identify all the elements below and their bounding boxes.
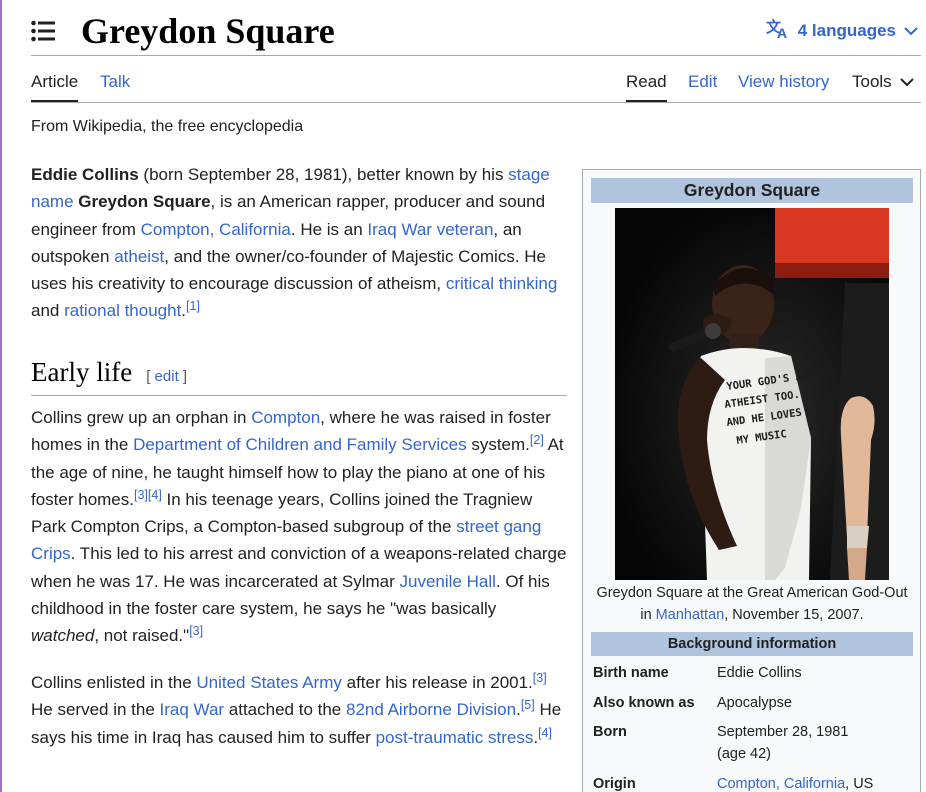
languages-label: 4 languages [797, 20, 896, 40]
svg-text:A: A [777, 25, 787, 39]
link-82nd-airborne-division[interactable]: 82nd Airborne Division [346, 700, 516, 719]
infobox: Greydon Square YOUR GOD'S AN ATHEIST TOO… [582, 169, 921, 792]
link-iraq-war[interactable]: Iraq War [160, 700, 225, 719]
text: Collins enlisted in the [31, 673, 197, 692]
text: , November 15, 2007. [724, 607, 864, 623]
infobox-caption: Greydon Square at the Great American God… [591, 582, 913, 626]
link-united-states-army[interactable]: United States Army [196, 673, 342, 692]
link-dcfs[interactable]: Department of Children and Family Servic… [133, 435, 467, 454]
reference-link[interactable]: [1] [186, 299, 200, 313]
chevron-down-icon [904, 21, 918, 41]
link-compton-california[interactable]: Compton, California [141, 220, 291, 239]
chevron-down-icon [899, 72, 914, 92]
text: attached to the [224, 700, 346, 720]
row-value: Eddie Collins [717, 665, 802, 681]
text: , US [845, 776, 874, 792]
page-tabs: Article Talk Read Edit View history Tool… [31, 56, 921, 103]
bold-text: Greydon Square [78, 192, 211, 212]
left-edge-rule [0, 0, 2, 792]
section-edit-link[interactable]: [ edit ] [146, 368, 187, 385]
text: Collins grew up an orphan in [31, 408, 252, 427]
link-post-traumatic-stress[interactable]: post-traumatic stress [376, 728, 534, 747]
page-title: Greydon Square [81, 11, 335, 51]
table-of-contents-icon[interactable] [31, 20, 55, 42]
text: He served in the [31, 700, 160, 720]
text: . He is an [290, 219, 368, 239]
section-heading-early-life: Early life [ edit ] [31, 355, 567, 396]
reference-link[interactable]: [3] [134, 488, 148, 502]
reference-link[interactable]: [3] [533, 671, 547, 685]
tab-read[interactable]: Read [626, 72, 667, 102]
intro-paragraph: Eddie Collins (born September 28, 1981),… [31, 161, 568, 325]
link-atheist[interactable]: atheist [114, 247, 164, 266]
row-label: Born [593, 724, 627, 740]
reference-link[interactable]: [5] [521, 698, 535, 712]
link-juvenile-hall[interactable]: Juvenile Hall [400, 572, 496, 591]
row-value: Compton, California, US [717, 773, 913, 792]
row-value: September 28, 1981 (age 42) [717, 721, 913, 765]
site-tagline: From Wikipedia, the free encyclopedia [31, 118, 304, 135]
age: (age 42) [717, 746, 772, 762]
page-header: Greydon Square 文 A 4 languages [31, 8, 926, 56]
reference-link[interactable]: [4] [538, 726, 552, 740]
birth-date: September 28, 1981 [717, 724, 849, 740]
reference-link[interactable]: [2] [530, 433, 544, 447]
infobox-section-header: Background information [591, 632, 913, 656]
tab-article[interactable]: Article [31, 72, 79, 102]
infobox-photo[interactable]: YOUR GOD'S AN ATHEIST TOO... AND HE LOVE… [615, 208, 889, 580]
bold-text: Eddie Collins [31, 165, 139, 184]
link-manhattan[interactable]: Manhattan [656, 607, 725, 623]
row-label: Birth name [593, 665, 669, 681]
reference-link[interactable]: [3] [189, 624, 203, 638]
reference-link[interactable]: [4] [148, 488, 162, 502]
text: (born September 28, 1981), better known … [138, 165, 509, 184]
link-origin-compton[interactable]: Compton, California [717, 776, 845, 792]
italic-text: watched [31, 626, 95, 646]
tools-menu[interactable]: Tools [852, 72, 914, 92]
early-life-paragraph-2: Collins enlisted in the United States Ar… [31, 669, 568, 751]
text: and [31, 301, 65, 321]
link-critical-thinking[interactable]: critical thinking [446, 274, 558, 293]
text: , not raised." [94, 626, 190, 646]
infobox-title: Greydon Square [591, 178, 913, 203]
translate-icon: 文 A [766, 17, 790, 44]
tools-label: Tools [852, 72, 892, 91]
languages-button[interactable]: 文 A 4 languages [766, 17, 918, 44]
text: after his release in 2001. [341, 673, 533, 692]
link-rational-thought[interactable]: rational thought [64, 301, 181, 320]
early-life-paragraph-1: Collins grew up an orphan in Compton, wh… [31, 404, 568, 650]
edit-label: edit [154, 368, 179, 385]
section-title: Early life [31, 357, 133, 387]
link-iraq-war-veteran[interactable]: Iraq War veteran [367, 220, 493, 239]
link-compton[interactable]: Compton [251, 408, 320, 427]
tab-talk[interactable]: Talk [100, 72, 130, 92]
text: system. [466, 435, 530, 455]
row-label: Also known as [593, 695, 695, 711]
row-label: Origin [593, 776, 636, 792]
tab-edit[interactable]: Edit [688, 72, 717, 92]
tab-view-history[interactable]: View history [738, 72, 829, 92]
row-value: Apocalypse [717, 695, 792, 711]
